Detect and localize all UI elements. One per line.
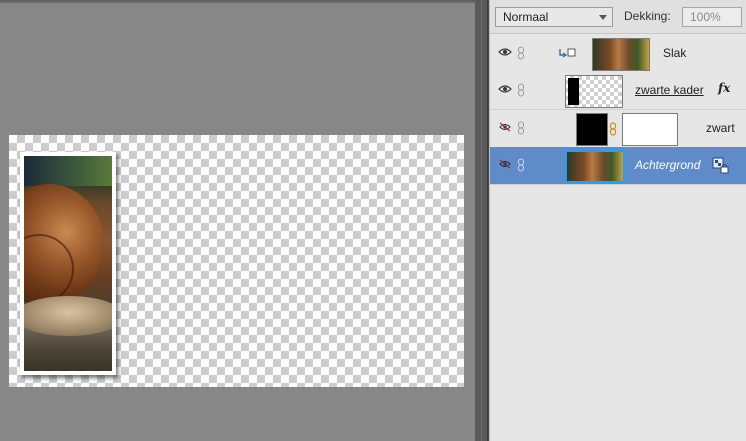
- layer-row-slak[interactable]: Slak: [490, 35, 746, 73]
- layer-row-achtergrond[interactable]: Achtergrond: [490, 147, 746, 185]
- snail-photo: [24, 156, 112, 371]
- opacity-field[interactable]: 100%: [682, 7, 742, 27]
- snail-body: [24, 296, 112, 336]
- eye-hidden-icon[interactable]: [498, 159, 512, 169]
- mask-link-icon[interactable]: [609, 122, 617, 136]
- layer-row-zwarte-kader[interactable]: zwarte kader fx: [490, 72, 746, 110]
- document-canvas[interactable]: [9, 135, 464, 387]
- shell-spiral: [24, 234, 74, 304]
- mask-thumbnail[interactable]: [622, 113, 678, 146]
- layer-thumbnail[interactable]: [592, 38, 650, 71]
- eye-icon[interactable]: [498, 47, 512, 57]
- background-thumbnail: [567, 152, 623, 181]
- eye-icon[interactable]: [498, 84, 512, 94]
- chevron-down-icon: [599, 15, 607, 20]
- layer-name[interactable]: Slak: [663, 46, 686, 60]
- black-frame-thumbnail: [568, 78, 579, 105]
- layer-thumbnail[interactable]: [565, 75, 623, 108]
- lock-icon[interactable]: [712, 157, 730, 175]
- snail-shell: [24, 184, 104, 304]
- app-window: Normaal Dekking: 100% Slak zwarte kader …: [0, 0, 746, 441]
- blend-mode-select[interactable]: Normaal: [495, 7, 613, 27]
- layers-panel: Normaal Dekking: 100% Slak zwarte kader …: [489, 0, 746, 441]
- layers-toolbar: Normaal Dekking: 100%: [490, 0, 746, 34]
- photo-frame: [20, 152, 116, 375]
- canvas-top-edge: [0, 1, 475, 3]
- layer-row-zwart[interactable]: zwart: [490, 110, 746, 148]
- fx-icon[interactable]: fx: [718, 81, 730, 95]
- link-icon[interactable]: [517, 121, 525, 135]
- canvas-area[interactable]: [0, 0, 475, 441]
- eye-hidden-icon[interactable]: [498, 122, 512, 132]
- layer-thumbnail[interactable]: [565, 150, 625, 183]
- clip-arrow-icon: [559, 48, 576, 58]
- splitter-line: [481, 0, 482, 441]
- layer-name[interactable]: Achtergrond: [635, 158, 700, 172]
- panel-splitter[interactable]: [475, 0, 488, 441]
- snail-thumbnail: [593, 39, 649, 70]
- opacity-label: Dekking:: [624, 9, 671, 23]
- layer-name[interactable]: zwart: [706, 121, 735, 135]
- link-icon[interactable]: [517, 158, 525, 172]
- photo-background: [24, 156, 112, 186]
- right-panel: Normaal Dekking: 100% Slak zwarte kader …: [475, 0, 746, 441]
- blend-mode-value: Normaal: [503, 10, 549, 24]
- black-fill-thumbnail: [577, 114, 607, 145]
- layer-name[interactable]: zwarte kader: [635, 83, 704, 97]
- link-icon[interactable]: [517, 46, 525, 60]
- link-icon[interactable]: [517, 83, 525, 97]
- opacity-value: 100%: [690, 10, 721, 24]
- layers-empty-area[interactable]: [490, 186, 746, 441]
- fill-thumbnail[interactable]: [576, 113, 608, 146]
- white-mask-thumbnail: [623, 114, 677, 145]
